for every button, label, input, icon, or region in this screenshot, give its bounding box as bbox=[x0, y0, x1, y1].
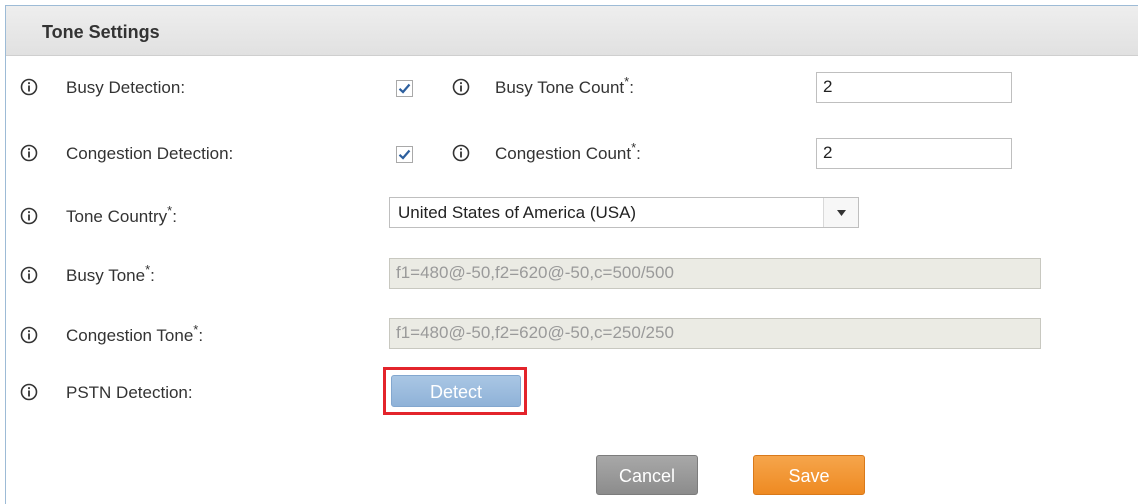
info-icon[interactable] bbox=[20, 78, 38, 96]
info-icon[interactable] bbox=[20, 383, 38, 401]
panel-header: Tone Settings bbox=[6, 6, 1138, 56]
congestion-detection-checkbox[interactable] bbox=[396, 146, 413, 163]
busy-detection-label: Busy Detection: bbox=[66, 78, 186, 97]
congestion-tone-label: Congestion Tone*: bbox=[66, 322, 204, 345]
info-icon[interactable] bbox=[452, 144, 470, 162]
info-icon[interactable] bbox=[452, 78, 470, 96]
congestion-detection-label: Congestion Detection: bbox=[66, 144, 234, 163]
info-icon[interactable] bbox=[20, 266, 38, 284]
panel-title: Tone Settings bbox=[42, 22, 160, 42]
triangle-down-icon bbox=[837, 210, 846, 216]
busy-tone-count-label: Busy Tone Count*: bbox=[495, 74, 634, 97]
congestion-tone-input: f1=480@-50,f2=620@-50,c=250/250 bbox=[389, 318, 1041, 349]
busy-detection-checkbox[interactable] bbox=[396, 80, 413, 97]
cancel-button[interactable]: Cancel bbox=[596, 455, 698, 495]
tone-country-label: Tone Country*: bbox=[66, 203, 177, 226]
dropdown-arrow[interactable] bbox=[823, 198, 858, 227]
detect-button-highlight bbox=[383, 367, 527, 415]
checkmark-icon bbox=[398, 83, 411, 94]
tone-country-select[interactable]: United States of America (USA) bbox=[389, 197, 859, 228]
busy-tone-input: f1=480@-50,f2=620@-50,c=500/500 bbox=[389, 258, 1041, 289]
congestion-count-input[interactable]: 2 bbox=[816, 138, 1012, 169]
congestion-count-label: Congestion Count*: bbox=[495, 140, 641, 163]
busy-tone-label: Busy Tone*: bbox=[66, 262, 155, 285]
info-icon[interactable] bbox=[20, 326, 38, 344]
checkmark-icon bbox=[398, 149, 411, 160]
save-button[interactable]: Save bbox=[753, 455, 865, 495]
pstn-detection-label: PSTN Detection: bbox=[66, 383, 193, 402]
tone-country-selected-value: United States of America (USA) bbox=[398, 203, 637, 222]
info-icon[interactable] bbox=[20, 207, 38, 225]
info-icon[interactable] bbox=[20, 144, 38, 162]
busy-tone-count-input[interactable]: 2 bbox=[816, 72, 1012, 103]
